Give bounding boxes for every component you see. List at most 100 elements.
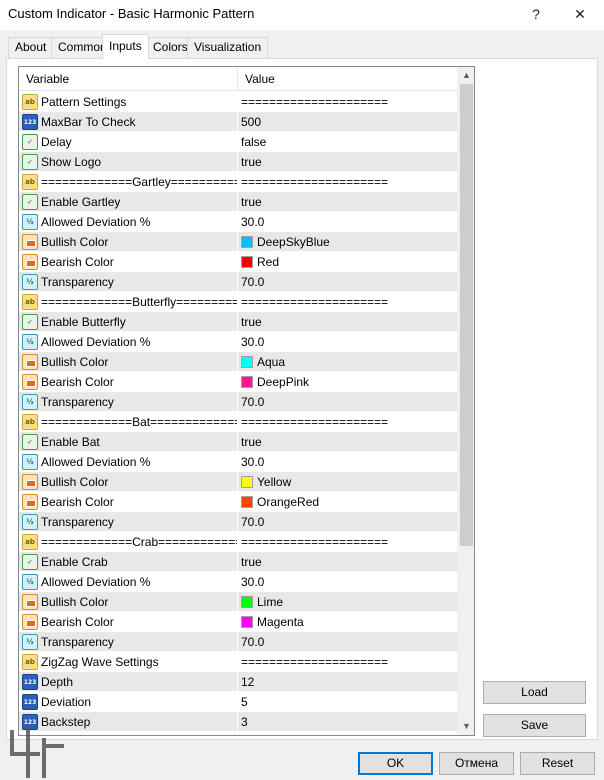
variable-cell[interactable]: ab =============Bat=============	[19, 412, 238, 432]
table-row[interactable]: ab =============Crab============= ========…	[19, 532, 457, 552]
table-row[interactable]: 123 MaxBar To Check 500	[19, 112, 457, 132]
cancel-button[interactable]: Отмена	[439, 752, 514, 775]
load-button[interactable]: Load	[483, 681, 586, 704]
value-cell[interactable]: 70.0	[239, 512, 457, 532]
table-row[interactable]: 123 Deviation 5	[19, 692, 457, 712]
table-row[interactable]: ½ Allowed Deviation % 30.0	[19, 452, 457, 472]
value-cell[interactable]: 3	[239, 712, 457, 732]
table-row[interactable]: Bullish Color Lime	[19, 592, 457, 612]
value-cell[interactable]: 30.0	[239, 452, 457, 472]
table-row[interactable]: ½ Allowed Deviation % 30.0	[19, 332, 457, 352]
value-cell[interactable]: 30.0	[239, 212, 457, 232]
variable-cell[interactable]: ab ZigZag Wave Settings	[19, 652, 238, 672]
value-cell[interactable]: 500	[239, 112, 457, 132]
table-row[interactable]: ½ Allowed Deviation % 30.0	[19, 572, 457, 592]
table-row[interactable]: Bearish Color OrangeRed	[19, 492, 457, 512]
table-row[interactable]: Bullish Color DeepSkyBlue	[19, 232, 457, 252]
variable-cell[interactable]: ✓ Enable Bat	[19, 432, 238, 452]
color-swatch[interactable]	[241, 476, 253, 488]
variable-cell[interactable]: ½ Allowed Deviation %	[19, 212, 238, 232]
value-cell[interactable]: 12	[239, 672, 457, 692]
table-row[interactable]: ab =============Bat============= =========…	[19, 412, 457, 432]
value-cell[interactable]: Magenta	[239, 612, 457, 632]
save-button[interactable]: Save	[483, 714, 586, 737]
variable-cell[interactable]: ✓ Enable Crab	[19, 552, 238, 572]
variable-cell[interactable]: ✓ Enable Gartley	[19, 192, 238, 212]
value-cell[interactable]: Lime	[239, 592, 457, 612]
color-swatch[interactable]	[241, 356, 253, 368]
variable-cell[interactable]: ab Pattern Settings	[19, 92, 238, 112]
variable-cell[interactable]: ½ Transparency	[19, 392, 238, 412]
ok-button[interactable]: OK	[358, 752, 433, 775]
column-header-value[interactable]: Value	[238, 67, 457, 91]
table-row[interactable]: Bearish Color Red	[19, 252, 457, 272]
value-cell[interactable]: true	[239, 312, 457, 332]
table-row[interactable]: ½ Transparency 70.0	[19, 512, 457, 532]
value-cell[interactable]: 70.0	[239, 632, 457, 652]
value-cell[interactable]: =====================	[239, 92, 457, 112]
help-button[interactable]: ?	[516, 2, 556, 26]
variable-cell[interactable]: Bearish Color	[19, 372, 238, 392]
color-swatch[interactable]	[241, 616, 253, 628]
scroll-up-icon[interactable]: ▲	[458, 67, 474, 84]
variable-cell[interactable]: ½ Allowed Deviation %	[19, 452, 238, 472]
variable-cell[interactable]: ½ Allowed Deviation %	[19, 572, 238, 592]
variable-cell[interactable]: Bearish Color	[19, 612, 238, 632]
close-button[interactable]: ✕	[560, 2, 600, 26]
table-row[interactable]: ab Pattern Settings =====================	[19, 92, 457, 112]
value-cell[interactable]: 30.0	[239, 572, 457, 592]
value-cell[interactable]: false	[239, 132, 457, 152]
value-cell[interactable]: OrangeRed	[239, 492, 457, 512]
value-cell[interactable]: Aqua	[239, 352, 457, 372]
variable-cell[interactable]: 123 Deviation	[19, 692, 238, 712]
column-header-variable[interactable]: Variable	[19, 67, 237, 91]
variable-cell[interactable]: ✓ Show Logo	[19, 152, 238, 172]
table-row[interactable]: ✓ Enable Crab true	[19, 552, 457, 572]
color-swatch[interactable]	[241, 256, 253, 268]
variable-cell[interactable]: ½ Transparency	[19, 632, 238, 652]
value-cell[interactable]: true	[239, 552, 457, 572]
table-row[interactable]: 123 Depth 12	[19, 672, 457, 692]
variable-cell[interactable]: Bullish Color	[19, 232, 238, 252]
value-cell[interactable]: 70.0	[239, 392, 457, 412]
value-cell[interactable]: true	[239, 152, 457, 172]
table-row[interactable]: Bullish Color Aqua	[19, 352, 457, 372]
variable-cell[interactable]: Bullish Color	[19, 352, 238, 372]
variable-cell[interactable]: Bullish Color	[19, 472, 238, 492]
color-swatch[interactable]	[241, 596, 253, 608]
variable-cell[interactable]: Bearish Color	[19, 252, 238, 272]
value-cell[interactable]: =====================	[239, 172, 457, 192]
variable-cell[interactable]: ½ Transparency	[19, 512, 238, 532]
vertical-scrollbar[interactable]: ▲ ▼	[457, 67, 474, 735]
value-cell[interactable]: DeepSkyBlue	[239, 232, 457, 252]
value-cell[interactable]: 30.0	[239, 332, 457, 352]
value-cell[interactable]: =====================	[239, 292, 457, 312]
color-swatch[interactable]	[241, 376, 253, 388]
table-row[interactable]: Bullish Color Yellow	[19, 472, 457, 492]
color-swatch[interactable]	[241, 236, 253, 248]
table-row[interactable]: Bearish Color DeepPink	[19, 372, 457, 392]
tab-visualization[interactable]: Visualization	[187, 37, 269, 58]
table-row[interactable]: ab ZigZag Wave Settings ==================…	[19, 652, 457, 672]
color-swatch[interactable]	[241, 496, 253, 508]
table-row[interactable]: ab =============Gartley========= =========…	[19, 172, 457, 192]
variable-cell[interactable]: Bullish Color	[19, 592, 238, 612]
table-row[interactable]: ½ Transparency 70.0	[19, 632, 457, 652]
scrollbar-thumb[interactable]	[460, 84, 473, 546]
table-row[interactable]: 123 Backstep 3	[19, 712, 457, 732]
variable-cell[interactable]: ½ Transparency	[19, 272, 238, 292]
value-cell[interactable]: =====================	[239, 652, 457, 672]
variable-cell[interactable]: ab =============Crab=============	[19, 532, 238, 552]
value-cell[interactable]: =====================	[239, 412, 457, 432]
table-row[interactable]: ✓ Enable Butterfly true	[19, 312, 457, 332]
tab-about[interactable]: About	[8, 37, 54, 58]
variable-cell[interactable]: ✓ Enable Butterfly	[19, 312, 238, 332]
table-row[interactable]: ✓ Enable Gartley true	[19, 192, 457, 212]
tab-inputs[interactable]: Inputs	[102, 34, 149, 59]
variable-cell[interactable]: Bearish Color	[19, 492, 238, 512]
table-row[interactable]: ab =============Butterfly==========... ===…	[19, 292, 457, 312]
variable-cell[interactable]: ab=============Gartley=============	[19, 172, 238, 192]
scroll-down-icon[interactable]: ▼	[458, 718, 474, 735]
table-row[interactable]: ½ Transparency 70.0	[19, 272, 457, 292]
variable-cell[interactable]: 123 Depth	[19, 672, 238, 692]
